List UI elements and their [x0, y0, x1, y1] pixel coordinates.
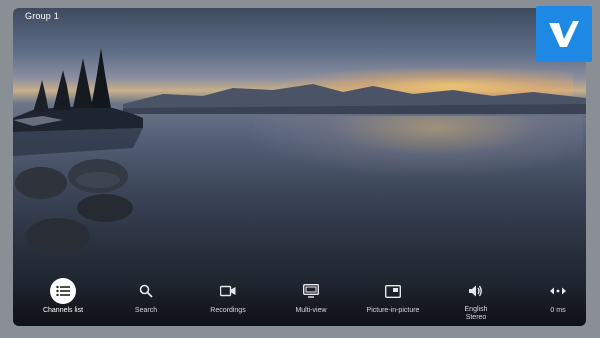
- recordings-label: Recordings: [210, 307, 246, 314]
- volume-icon: [463, 278, 489, 303]
- app-logo: [536, 6, 592, 62]
- channels-list-label: Channels list: [42, 307, 84, 314]
- picture-in-picture-button[interactable]: Picture-in-picture: [355, 278, 431, 322]
- audio-track-label: English Stereo: [464, 306, 488, 321]
- delay-arrows-icon: [545, 278, 571, 304]
- monitor-icon: [298, 278, 324, 304]
- tree-shoreline: [13, 48, 143, 156]
- search-button[interactable]: Search: [108, 278, 184, 322]
- audio-track-button[interactable]: English Stereo: [438, 278, 514, 322]
- list-icon: [50, 278, 76, 304]
- video-camera-icon: [215, 278, 241, 304]
- picture-in-picture-icon: [380, 278, 406, 304]
- foreground-rocks: [15, 159, 133, 254]
- audio-delay-button[interactable]: 0 ms: [520, 278, 596, 322]
- water-reflection: [253, 116, 583, 176]
- multi-view-button[interactable]: Multi-view: [273, 278, 349, 322]
- group-label: Group 1: [25, 11, 59, 21]
- recordings-button[interactable]: Recordings: [190, 278, 266, 322]
- search-label: Search: [134, 307, 158, 314]
- search-icon: [133, 278, 159, 304]
- audio-delay-label: 0 ms: [550, 307, 566, 314]
- v-logo-icon: [549, 21, 579, 47]
- picture-in-picture-label: Picture-in-picture: [366, 307, 420, 314]
- multi-view-label: Multi-view: [295, 307, 327, 314]
- channels-list-button[interactable]: Channels list: [25, 278, 101, 322]
